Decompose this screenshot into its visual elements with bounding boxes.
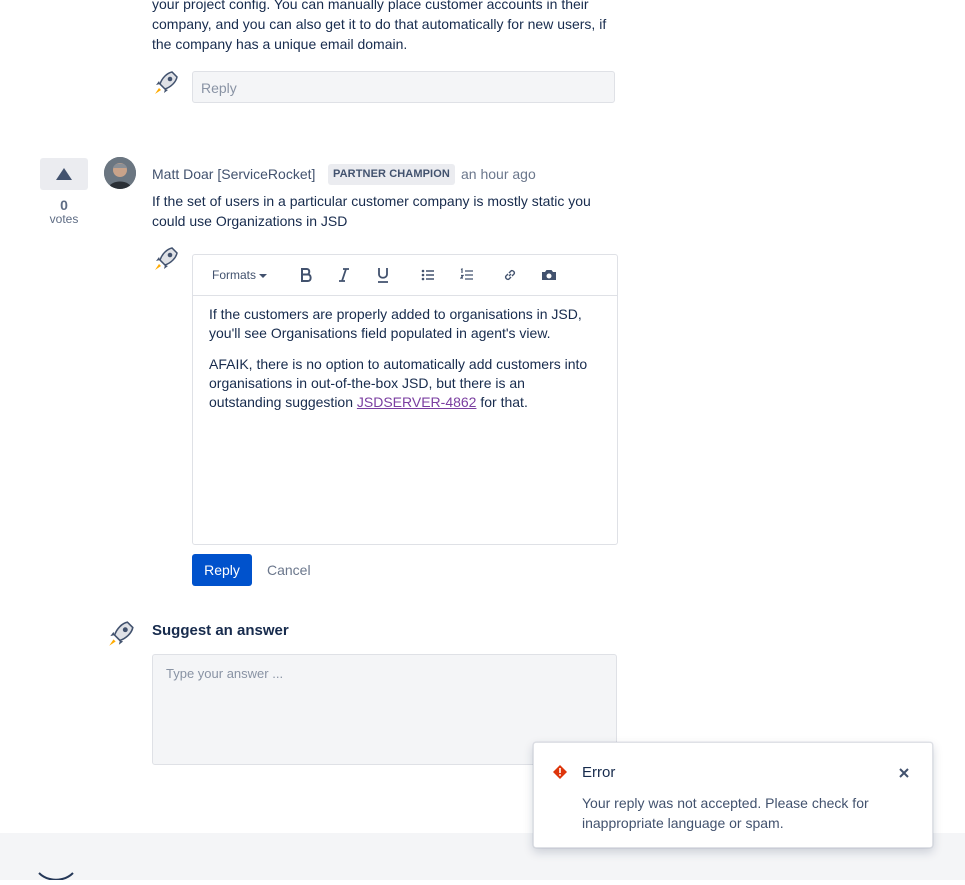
- reply-input[interactable]: Reply: [192, 71, 615, 103]
- underline-icon[interactable]: [374, 265, 392, 285]
- close-icon[interactable]: [896, 765, 912, 781]
- camera-icon[interactable]: [540, 265, 558, 285]
- error-icon: [552, 764, 568, 780]
- formats-label: Formats: [212, 268, 257, 282]
- editor-toolbar: Formats: [193, 255, 617, 296]
- rocket-avatar-icon: [152, 245, 180, 273]
- timestamp[interactable]: an hour ago: [461, 166, 536, 182]
- editor-content[interactable]: If the customers are properly added to o…: [209, 305, 599, 424]
- partner-badge: PARTNER CHAMPION: [328, 164, 455, 185]
- error-title: Error: [582, 764, 616, 781]
- rocket-avatar-icon: [106, 619, 136, 649]
- bold-icon[interactable]: [297, 265, 315, 285]
- error-message: Your reply was not accepted. Please chec…: [582, 795, 869, 831]
- editor-text: for that.: [476, 394, 528, 410]
- editor-paragraph: AFAIK, there is no option to automatical…: [209, 355, 599, 412]
- upvote-arrow-icon: [56, 168, 72, 180]
- vote-count: 0: [60, 197, 68, 213]
- error-flag: Error Your reply was not accepted. Pleas…: [533, 742, 933, 848]
- chevron-down-icon: [259, 273, 268, 278]
- italic-icon[interactable]: [335, 265, 353, 285]
- link-icon[interactable]: [501, 265, 519, 285]
- suggest-answer-heading: Suggest an answer: [152, 622, 289, 639]
- bullet-list-icon[interactable]: [419, 265, 437, 285]
- user-avatar[interactable]: [104, 157, 136, 189]
- previous-comment-text: your project config. You can manually pl…: [152, 0, 607, 52]
- reply-editor[interactable]: Formats If the customers are properly ad…: [192, 254, 618, 545]
- author-name[interactable]: Matt Doar [ServiceRocket]: [152, 166, 315, 182]
- atlassian-logo-icon: [38, 860, 74, 881]
- vote-label: votes: [49, 212, 79, 226]
- reply-button[interactable]: Reply: [192, 554, 252, 586]
- answer-text: If the set of users in a particular cust…: [152, 193, 591, 229]
- editor-paragraph: If the customers are properly added to o…: [209, 306, 582, 341]
- jsdserver-link[interactable]: JSDSERVER-4862: [357, 394, 477, 410]
- rocket-avatar-icon: [152, 69, 180, 97]
- upvote-button[interactable]: [40, 158, 88, 190]
- formats-dropdown[interactable]: Formats: [212, 265, 268, 285]
- cancel-button[interactable]: Cancel: [267, 562, 311, 578]
- numbered-list-icon[interactable]: [458, 265, 476, 285]
